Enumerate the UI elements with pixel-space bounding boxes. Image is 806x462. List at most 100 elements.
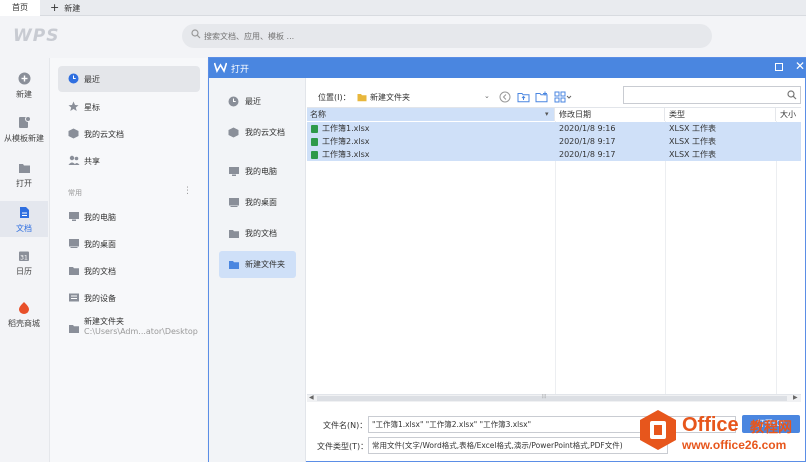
share-icon: [68, 155, 80, 165]
tab-new[interactable]: + 新建: [50, 0, 80, 16]
file-list: 名称 ▾ 修改日期 类型 大小 工作簿1.xlsx 2020/1/8 9:16 …: [307, 107, 801, 398]
document-icon: [19, 207, 29, 218]
column-name[interactable]: 名称 ▾: [307, 108, 555, 121]
plus-icon: +: [50, 1, 60, 14]
header: WPS: [0, 17, 806, 57]
rail-new-label: 新建: [16, 90, 32, 99]
column-type[interactable]: 类型: [666, 108, 776, 121]
location-value: 新建文件夹: [370, 93, 410, 102]
place-cloud-label: 我的云文档: [245, 128, 285, 137]
back-icon[interactable]: [499, 91, 511, 103]
column-type-label: 类型: [669, 110, 685, 119]
wps-logo: WPS: [13, 26, 60, 46]
watermark-url: www.office26.com: [682, 438, 787, 452]
rail-store[interactable]: 稻壳商城: [0, 301, 48, 335]
column-name-label: 名称: [310, 110, 326, 119]
svg-text:31: 31: [20, 255, 28, 262]
nav-my-computer-label: 我的电脑: [84, 213, 116, 222]
tab-home[interactable]: 首页: [0, 0, 40, 16]
tab-new-label: 新建: [64, 4, 81, 13]
template-icon: [18, 116, 31, 128]
nav-share[interactable]: 共享: [58, 148, 200, 174]
computer-icon: [69, 212, 79, 221]
rail-open[interactable]: 打开: [0, 162, 48, 196]
search-box[interactable]: [182, 24, 712, 48]
filetype-label: 文件类型(T)：: [317, 442, 369, 451]
file-modified: 2020/1/8 9:17: [559, 137, 616, 146]
xlsx-file-icon: [311, 138, 318, 146]
new-folder-icon[interactable]: [535, 91, 548, 103]
filetype-select[interactable]: 常用文件(文字/Word格式,表格/Excel格式,演示/PowerPoint格…: [368, 437, 668, 454]
rail-template[interactable]: 从模板新建: [0, 116, 48, 150]
table-row[interactable]: 工作簿1.xlsx 2020/1/8 9:16 XLSX 工作表: [307, 122, 801, 135]
file-modified: 2020/1/8 9:17: [559, 150, 616, 159]
scrollbar-thumb[interactable]: ⦙⦙⦙: [317, 393, 787, 401]
rail-new[interactable]: 新建: [0, 72, 48, 106]
clock-icon: [228, 96, 239, 107]
nav-new-folder[interactable]: 新建文件夹 C:\Users\Adm...ator\Desktop: [58, 312, 200, 342]
file-type: XLSX 工作表: [669, 137, 717, 146]
rail-open-label: 打开: [16, 179, 32, 188]
nav-new-folder-path: C:\Users\Adm...ator\Desktop: [84, 327, 198, 336]
nav-star[interactable]: 星标: [58, 94, 200, 120]
nav-recent-label: 最近: [84, 75, 100, 84]
rail-store-label: 稻壳商城: [8, 319, 40, 328]
dialog-titlebar: 打开 ✕: [209, 58, 806, 78]
rail-documents[interactable]: 文档: [0, 201, 48, 237]
nav-my-desktop[interactable]: 我的桌面: [58, 231, 200, 257]
folder-open-icon: [18, 164, 30, 173]
folder-icon: [69, 325, 79, 333]
rail-calendar[interactable]: 31 日历: [0, 250, 48, 284]
place-cloud[interactable]: 我的云文档: [219, 119, 296, 146]
up-folder-icon[interactable]: [517, 91, 530, 103]
horizontal-scrollbar[interactable]: ◀ ⦙⦙⦙ ▶: [307, 393, 801, 402]
place-my-desktop[interactable]: 我的桌面: [219, 189, 296, 216]
nav-cloud[interactable]: 我的云文档: [58, 121, 200, 147]
nav-recent[interactable]: 最近: [58, 66, 200, 92]
column-modified-label: 修改日期: [559, 110, 591, 119]
folder-icon: [229, 230, 239, 238]
watermark-brand-cn: 教程网: [750, 420, 792, 436]
xlsx-file-icon: [311, 151, 318, 159]
left-rail: 新建 从模板新建 打开 文档 31 日历 稻壳商城: [0, 58, 48, 462]
rail-calendar-label: 日历: [16, 267, 32, 276]
place-my-computer[interactable]: 我的电脑: [219, 158, 296, 185]
clock-icon: [68, 73, 79, 84]
place-recent[interactable]: 最近: [219, 88, 296, 115]
nav-my-desktop-label: 我的桌面: [84, 240, 116, 249]
nav-my-devices[interactable]: 我的设备: [58, 285, 200, 311]
scroll-left-icon[interactable]: ◀: [309, 394, 314, 401]
device-icon: [69, 293, 79, 302]
wps-w-icon: [214, 62, 227, 73]
nav-section-common: 常用: [68, 189, 82, 197]
view-grid-icon[interactable]: [554, 91, 572, 103]
nav-my-devices-label: 我的设备: [84, 294, 116, 303]
open-dialog: 打开 ✕ 最近 我的云文档 我的电脑 我的桌面 我的文档 新建文件夹 位置(I)…: [208, 57, 806, 462]
place-my-documents[interactable]: 我的文档: [219, 220, 296, 247]
search-icon: [787, 90, 797, 100]
folder-icon: [69, 267, 79, 275]
column-divider: [776, 121, 777, 398]
scroll-grip: ⦙⦙⦙: [542, 393, 547, 400]
location-combo[interactable]: 新建文件夹 ⌄: [352, 90, 494, 106]
scroll-right-icon[interactable]: ▶: [793, 394, 798, 401]
maximize-icon[interactable]: [775, 63, 783, 71]
place-recent-label: 最近: [245, 97, 261, 106]
rail-documents-label: 文档: [16, 224, 32, 233]
place-new-folder[interactable]: 新建文件夹: [219, 251, 296, 278]
search-input[interactable]: [204, 27, 684, 45]
dialog-title: 打开: [231, 65, 250, 75]
column-divider: [555, 121, 556, 398]
table-row[interactable]: 工作簿2.xlsx 2020/1/8 9:17 XLSX 工作表: [307, 135, 801, 148]
dialog-search-input[interactable]: [623, 86, 801, 104]
column-size[interactable]: 大小: [777, 108, 801, 121]
nav-my-documents[interactable]: 我的文档: [58, 258, 200, 284]
nav-my-computer[interactable]: 我的电脑: [58, 204, 200, 230]
table-row[interactable]: 工作簿3.xlsx 2020/1/8 9:17 XLSX 工作表: [307, 148, 801, 161]
column-modified[interactable]: 修改日期: [556, 108, 665, 121]
computer-icon: [229, 167, 239, 176]
desktop-icon: [69, 239, 79, 248]
more-options-icon[interactable]: ⋮: [183, 186, 192, 196]
file-type: XLSX 工作表: [669, 124, 717, 133]
close-icon[interactable]: ✕: [795, 59, 805, 73]
